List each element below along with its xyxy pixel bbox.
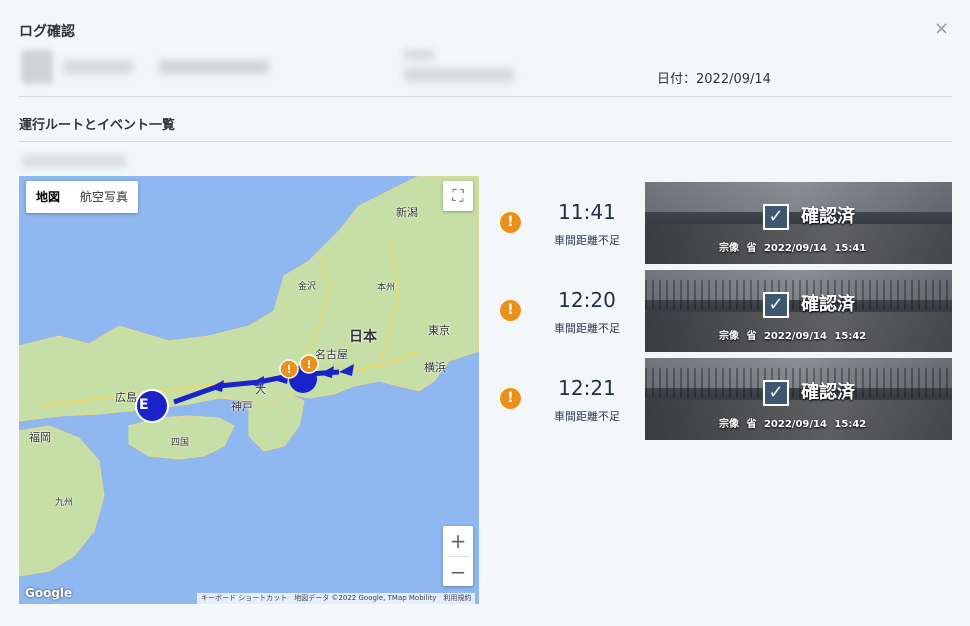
checkbox-icon: ✓ <box>763 204 789 230</box>
svg-text:!: ! <box>306 358 311 371</box>
date-label: 日付：2022/09/14 <box>657 72 771 87</box>
review-meta: 宗像 省 2022/09/14 15:41 <box>719 243 867 254</box>
place-label: 金沢 <box>298 282 317 292</box>
event-time: 11:41 <box>558 200 616 224</box>
blurred-text <box>404 50 434 60</box>
event-thumbnail[interactable]: ✓ 確認済 宗像 省 2022/09/14 15:42 <box>645 358 952 440</box>
divider <box>19 141 952 142</box>
place-label: 神戸 <box>231 400 253 413</box>
map-type-switch: 地図 航空写真 <box>26 181 139 213</box>
place-label: 東京 <box>428 324 450 337</box>
event-type: 車間距離不足 <box>554 322 620 335</box>
place-label: 四国 <box>171 438 190 448</box>
place-label: 横浜 <box>424 361 446 374</box>
place-label: 福岡 <box>29 431 51 444</box>
event-thumbnail[interactable]: ✓ 確認済 宗像 省 2022/09/14 15:41 <box>645 182 952 264</box>
checkbox-icon: ✓ <box>763 380 789 406</box>
map-canvas: ! ! <box>19 176 479 577</box>
event-row[interactable]: ! 12:20 車間距離不足 ✓ 確認済 宗像 省 2022/09/14 15:… <box>497 270 953 352</box>
dialog-title: ログ確認 <box>19 24 75 40</box>
event-time: 12:20 <box>558 288 616 312</box>
review-meta: 宗像 省 2022/09/14 15:42 <box>719 331 867 342</box>
place-label: 名古屋 <box>315 348 348 361</box>
blurred-text <box>63 60 133 74</box>
section-title: 運行ルートとイベント一覧 <box>19 118 176 133</box>
review-meta: 宗像 省 2022/09/14 15:42 <box>719 419 867 430</box>
event-type: 車間距離不足 <box>554 410 620 423</box>
log-dialog: ログ確認 × 日付：2022/09/14 運行ルートとイベント一覧 ! ! E … <box>0 0 970 626</box>
close-icon[interactable]: × <box>934 18 949 39</box>
map-attribution[interactable]: キーボード ショートカット 地図データ ©2022 Google, TMap M… <box>197 593 476 604</box>
fullscreen-icon[interactable]: ⛶ <box>443 181 473 211</box>
avatar <box>21 50 53 84</box>
zoom-in-button[interactable]: + <box>443 526 473 556</box>
event-time: 12:21 <box>558 376 616 400</box>
google-logo: Google <box>25 586 73 600</box>
place-label: 本州 <box>377 283 396 293</box>
zoom-control: + − <box>443 526 473 586</box>
place-label: 広島 <box>115 391 137 404</box>
zoom-out-button[interactable]: − <box>443 557 473 587</box>
status-label: 確認済 <box>801 294 855 315</box>
event-type: 車間距離不足 <box>554 234 620 247</box>
place-label: 九州 <box>55 498 74 508</box>
status-label: 確認済 <box>801 382 855 403</box>
divider <box>19 96 952 97</box>
status-label: 確認済 <box>801 206 855 227</box>
event-row[interactable]: ! 11:41 車間距離不足 ✓ 確認済 宗像 省 2022/09/14 15:… <box>497 182 953 264</box>
blurred-text <box>404 68 514 82</box>
svg-text:!: ! <box>286 363 291 376</box>
place-label: 大 <box>255 383 266 396</box>
warning-marker[interactable]: ! <box>279 359 299 379</box>
warning-icon: ! <box>500 212 521 233</box>
blurred-text <box>22 155 126 167</box>
blurred-text <box>159 60 269 74</box>
place-label: 日本 <box>349 329 377 345</box>
event-thumbnail[interactable]: ✓ 確認済 宗像 省 2022/09/14 15:42 <box>645 270 952 352</box>
end-marker-label: E <box>139 397 149 413</box>
route-map[interactable]: ! ! E 新潟 金沢 本州 日本 東京 横浜 名古屋 神戸 大 広島 四国 福… <box>19 176 479 604</box>
map-tab-satellite[interactable]: 航空写真 <box>70 181 138 213</box>
driver-info-blurred <box>19 44 519 90</box>
place-label: 新潟 <box>396 206 418 219</box>
warning-icon: ! <box>500 388 521 409</box>
event-row[interactable]: ! 12:21 車間距離不足 ✓ 確認済 宗像 省 2022/09/14 15:… <box>497 358 953 440</box>
map-tab-map[interactable]: 地図 <box>26 181 70 213</box>
warning-icon: ! <box>500 300 521 321</box>
checkbox-icon: ✓ <box>763 292 789 318</box>
